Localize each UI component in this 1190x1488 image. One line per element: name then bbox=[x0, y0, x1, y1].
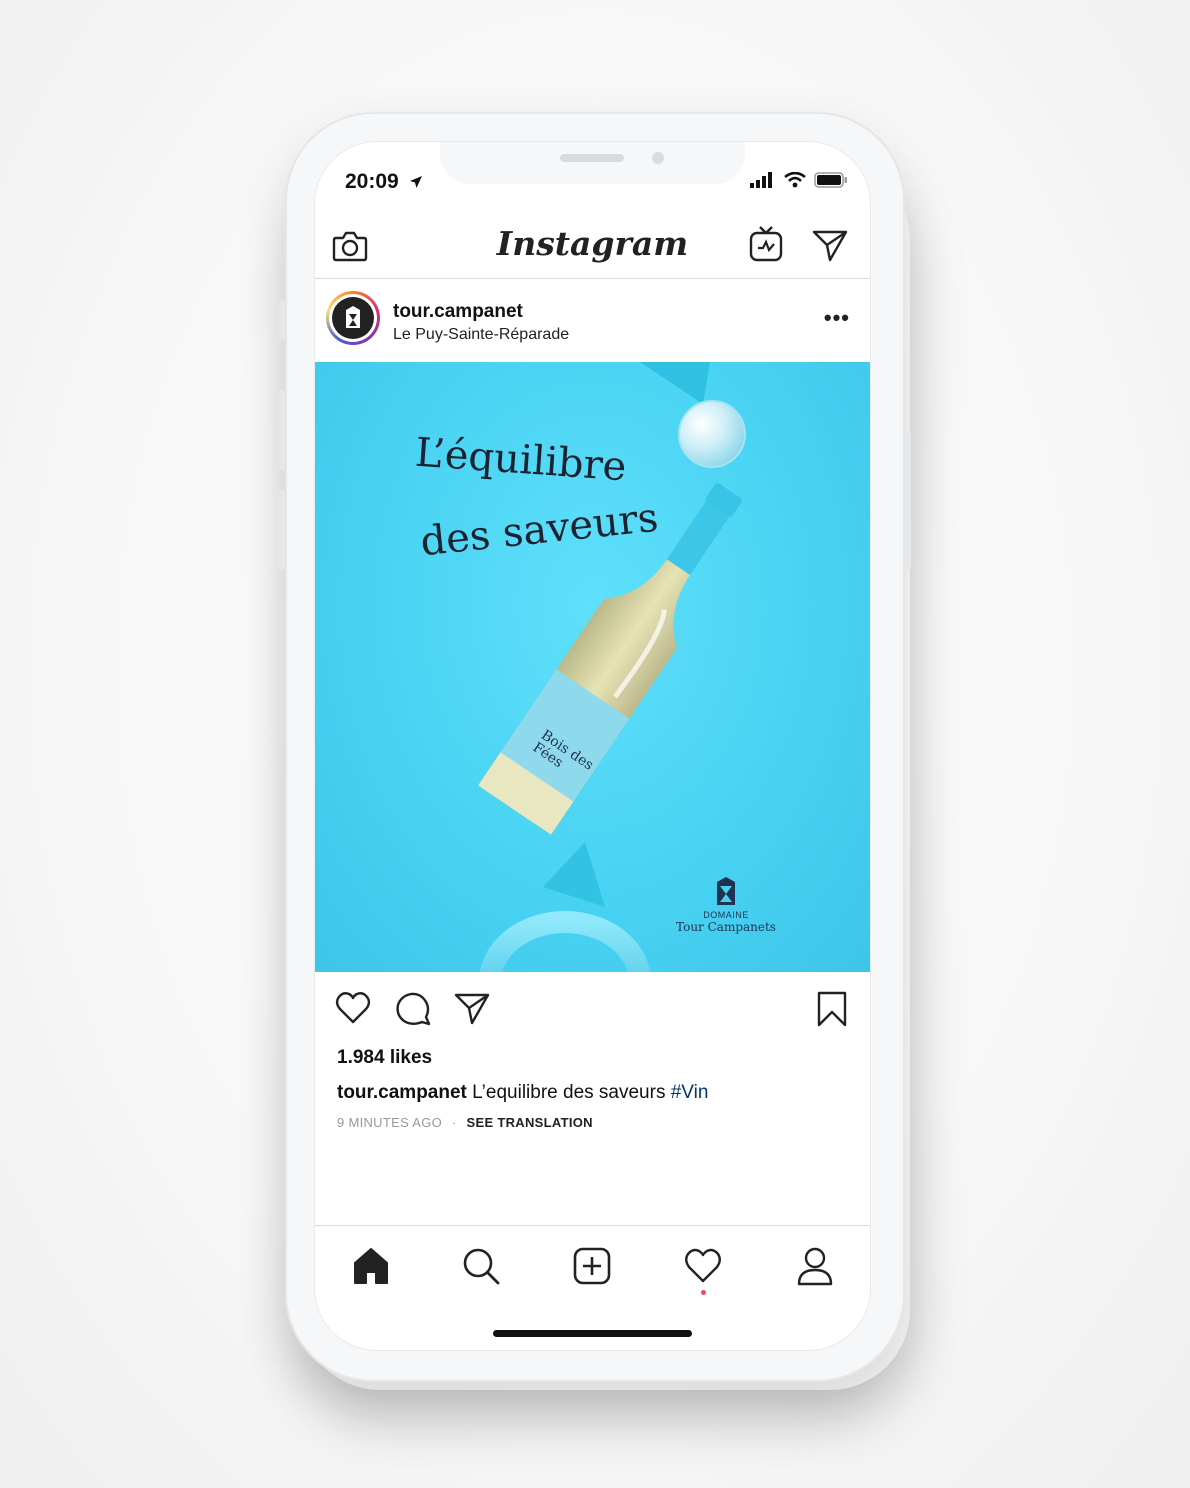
activity-heart-icon[interactable] bbox=[683, 1246, 723, 1286]
bottom-tab-bar bbox=[315, 1225, 870, 1301]
instagram-logo: Instagram bbox=[496, 224, 689, 263]
post-meta: 9 MINUTES AGO · SEE TRANSLATION bbox=[337, 1115, 593, 1130]
phone-screen: 20:09 Instagram tour.campanet Le Puy-Sai… bbox=[315, 142, 870, 1350]
post-location[interactable]: Le Puy-Sainte-Réparade bbox=[393, 326, 569, 344]
bottom-cone bbox=[543, 842, 605, 907]
front-camera bbox=[652, 152, 664, 164]
post-header: tour.campanet Le Puy-Sainte-Réparade ••• bbox=[315, 279, 870, 361]
notch bbox=[440, 142, 745, 184]
see-translation-link[interactable]: SEE TRANSLATION bbox=[467, 1115, 593, 1130]
glass-sphere bbox=[678, 400, 746, 468]
volume-down-button bbox=[279, 490, 285, 570]
heart-icon[interactable] bbox=[335, 991, 371, 1025]
signal-icon bbox=[750, 172, 772, 188]
app-header: Instagram bbox=[315, 214, 870, 279]
top-cone bbox=[640, 362, 710, 404]
meta-separator: · bbox=[451, 1115, 457, 1130]
location-arrow-icon bbox=[409, 176, 422, 188]
tower-logo-icon bbox=[346, 306, 360, 328]
brand-logo bbox=[717, 877, 735, 905]
post-username[interactable]: tour.campanet bbox=[393, 301, 523, 323]
likes-count[interactable]: 1.984 likes bbox=[337, 1047, 432, 1069]
post-actions bbox=[315, 987, 870, 1037]
brand-small-text: DOMAINE bbox=[703, 910, 749, 920]
profile-icon[interactable] bbox=[795, 1246, 835, 1286]
search-icon[interactable] bbox=[461, 1246, 501, 1286]
story-ring[interactable] bbox=[326, 291, 380, 345]
avatar[interactable] bbox=[332, 297, 374, 339]
volume-up-button bbox=[279, 390, 285, 470]
comment-icon[interactable] bbox=[395, 991, 431, 1027]
blue-ring bbox=[479, 911, 651, 972]
post-image[interactable]: L’équilibre des saveurs Bois des Fées DO… bbox=[315, 362, 870, 972]
status-time: 20:09 bbox=[345, 170, 423, 194]
more-options-icon[interactable]: ••• bbox=[824, 305, 850, 331]
home-icon[interactable] bbox=[351, 1246, 391, 1286]
caption-text: L’equilibre des saveurs bbox=[466, 1082, 671, 1103]
post-caption: tour.campanet L’equilibre des saveurs #V… bbox=[337, 1082, 708, 1104]
speaker-grille bbox=[560, 154, 624, 162]
home-indicator[interactable] bbox=[493, 1330, 692, 1337]
direct-message-icon[interactable] bbox=[812, 228, 848, 262]
share-icon[interactable] bbox=[454, 992, 490, 1026]
bookmark-icon[interactable] bbox=[815, 991, 849, 1027]
activity-notification-dot bbox=[701, 1290, 706, 1295]
igtv-icon[interactable] bbox=[749, 226, 783, 262]
add-post-icon[interactable] bbox=[572, 1246, 612, 1286]
caption-username[interactable]: tour.campanet bbox=[337, 1082, 467, 1103]
wifi-icon bbox=[784, 172, 806, 188]
battery-icon bbox=[814, 172, 847, 188]
power-button bbox=[905, 430, 911, 570]
mute-switch bbox=[279, 300, 285, 340]
brand-name-text: Tour Campanets bbox=[676, 920, 776, 934]
status-icons bbox=[750, 172, 848, 188]
post-time: 9 MINUTES AGO bbox=[337, 1115, 443, 1130]
caption-hashtag[interactable]: #Vin bbox=[671, 1082, 709, 1103]
